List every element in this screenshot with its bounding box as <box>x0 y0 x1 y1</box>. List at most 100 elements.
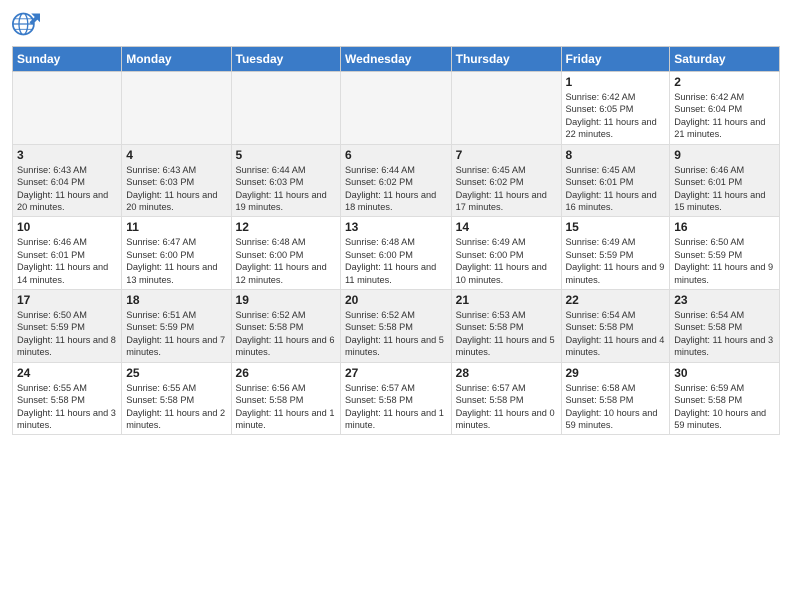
calendar-cell: 30Sunrise: 6:59 AM Sunset: 5:58 PM Dayli… <box>670 362 780 435</box>
calendar-cell: 21 Sunrise: 6:53 AM Sunset: 5:58 PM Dayli… <box>451 290 561 363</box>
calendar-cell: 29 Sunrise: 6:58 AM Sunset: 5:58 PM Dayli… <box>561 362 670 435</box>
day-info: Sunrise: 6:42 AM Sunset: 6:05 PM Dayligh… <box>566 91 666 141</box>
calendar-week-row: 24 Sunrise: 6:55 AM Sunset: 5:58 PM Dayli… <box>13 362 780 435</box>
day-number: 5 <box>236 148 336 162</box>
day-number: 16 <box>674 220 775 234</box>
calendar-cell: 11 Sunrise: 6:47 AM Sunset: 6:00 PM Dayli… <box>122 217 231 290</box>
day-info: Sunrise: 6:45 AM Sunset: 6:01 PM Dayligh… <box>566 164 666 214</box>
day-info: Sunrise: 6:49 AM Sunset: 6:00 PM Dayligh… <box>456 236 557 286</box>
calendar-week-row: 10 Sunrise: 6:46 AM Sunset: 6:01 PM Dayli… <box>13 217 780 290</box>
day-number: 10 <box>17 220 117 234</box>
day-info: Sunrise: 6:44 AM Sunset: 6:02 PM Dayligh… <box>345 164 447 214</box>
day-info: Sunrise: 6:54 AM Sunset: 5:58 PM Dayligh… <box>674 309 775 359</box>
logo-icon <box>12 10 40 38</box>
day-info: Sunrise: 6:59 AM Sunset: 5:58 PM Dayligh… <box>674 382 775 432</box>
day-info: Sunrise: 6:47 AM Sunset: 6:00 PM Dayligh… <box>126 236 226 286</box>
day-info: Sunrise: 6:50 AM Sunset: 5:59 PM Dayligh… <box>17 309 117 359</box>
day-info: Sunrise: 6:42 AM Sunset: 6:04 PM Dayligh… <box>674 91 775 141</box>
calendar-cell: 25 Sunrise: 6:55 AM Sunset: 5:58 PM Dayli… <box>122 362 231 435</box>
day-number: 20 <box>345 293 447 307</box>
day-number: 18 <box>126 293 226 307</box>
day-number: 14 <box>456 220 557 234</box>
day-header-thursday: Thursday <box>451 47 561 72</box>
calendar-cell <box>231 72 340 145</box>
calendar-week-row: 17 Sunrise: 6:50 AM Sunset: 5:59 PM Dayli… <box>13 290 780 363</box>
day-number: 29 <box>566 366 666 380</box>
calendar-cell <box>122 72 231 145</box>
logo <box>12 10 44 38</box>
calendar-table: SundayMondayTuesdayWednesdayThursdayFrid… <box>12 46 780 435</box>
day-number: 12 <box>236 220 336 234</box>
day-number: 8 <box>566 148 666 162</box>
day-number: 19 <box>236 293 336 307</box>
calendar-cell: 4 Sunrise: 6:43 AM Sunset: 6:03 PM Daylig… <box>122 144 231 217</box>
day-header-wednesday: Wednesday <box>341 47 452 72</box>
calendar-header-row: SundayMondayTuesdayWednesdayThursdayFrid… <box>13 47 780 72</box>
day-info: Sunrise: 6:55 AM Sunset: 5:58 PM Dayligh… <box>17 382 117 432</box>
calendar-cell: 8 Sunrise: 6:45 AM Sunset: 6:01 PM Daylig… <box>561 144 670 217</box>
day-info: Sunrise: 6:48 AM Sunset: 6:00 PM Dayligh… <box>345 236 447 286</box>
day-number: 15 <box>566 220 666 234</box>
day-number: 26 <box>236 366 336 380</box>
calendar-cell: 22Sunrise: 6:54 AM Sunset: 5:58 PM Dayli… <box>561 290 670 363</box>
calendar-week-row: 3 Sunrise: 6:43 AM Sunset: 6:04 PM Daylig… <box>13 144 780 217</box>
day-info: Sunrise: 6:49 AM Sunset: 5:59 PM Dayligh… <box>566 236 666 286</box>
day-number: 22 <box>566 293 666 307</box>
day-info: Sunrise: 6:45 AM Sunset: 6:02 PM Dayligh… <box>456 164 557 214</box>
day-info: Sunrise: 6:43 AM Sunset: 6:03 PM Dayligh… <box>126 164 226 214</box>
calendar-cell: 26 Sunrise: 6:56 AM Sunset: 5:58 PM Dayli… <box>231 362 340 435</box>
calendar-cell: 15 Sunrise: 6:49 AM Sunset: 5:59 PM Dayli… <box>561 217 670 290</box>
day-number: 1 <box>566 75 666 89</box>
day-number: 7 <box>456 148 557 162</box>
day-number: 4 <box>126 148 226 162</box>
day-header-saturday: Saturday <box>670 47 780 72</box>
day-info: Sunrise: 6:48 AM Sunset: 6:00 PM Dayligh… <box>236 236 336 286</box>
day-number: 11 <box>126 220 226 234</box>
day-number: 23 <box>674 293 775 307</box>
calendar-cell: 28Sunrise: 6:57 AM Sunset: 5:58 PM Dayli… <box>451 362 561 435</box>
day-info: Sunrise: 6:53 AM Sunset: 5:58 PM Dayligh… <box>456 309 557 359</box>
day-number: 24 <box>17 366 117 380</box>
calendar-cell: 14 Sunrise: 6:49 AM Sunset: 6:00 PM Dayli… <box>451 217 561 290</box>
header <box>12 10 780 38</box>
calendar-cell: 9 Sunrise: 6:46 AM Sunset: 6:01 PM Daylig… <box>670 144 780 217</box>
day-info: Sunrise: 6:57 AM Sunset: 5:58 PM Dayligh… <box>345 382 447 432</box>
day-info: Sunrise: 6:58 AM Sunset: 5:58 PM Dayligh… <box>566 382 666 432</box>
day-number: 25 <box>126 366 226 380</box>
day-number: 9 <box>674 148 775 162</box>
calendar-cell: 23 Sunrise: 6:54 AM Sunset: 5:58 PM Dayli… <box>670 290 780 363</box>
calendar-week-row: 1 Sunrise: 6:42 AM Sunset: 6:05 PM Daylig… <box>13 72 780 145</box>
day-header-tuesday: Tuesday <box>231 47 340 72</box>
day-header-monday: Monday <box>122 47 231 72</box>
calendar-cell: 12 Sunrise: 6:48 AM Sunset: 6:00 PM Dayli… <box>231 217 340 290</box>
calendar-cell <box>451 72 561 145</box>
calendar-cell <box>13 72 122 145</box>
calendar-cell: 19 Sunrise: 6:52 AM Sunset: 5:58 PM Dayli… <box>231 290 340 363</box>
calendar-cell: 16 Sunrise: 6:50 AM Sunset: 5:59 PM Dayli… <box>670 217 780 290</box>
day-info: Sunrise: 6:50 AM Sunset: 5:59 PM Dayligh… <box>674 236 775 286</box>
calendar-cell: 3 Sunrise: 6:43 AM Sunset: 6:04 PM Daylig… <box>13 144 122 217</box>
day-info: Sunrise: 6:55 AM Sunset: 5:58 PM Dayligh… <box>126 382 226 432</box>
calendar-cell: 27 Sunrise: 6:57 AM Sunset: 5:58 PM Dayli… <box>341 362 452 435</box>
day-info: Sunrise: 6:46 AM Sunset: 6:01 PM Dayligh… <box>17 236 117 286</box>
calendar-cell: 24 Sunrise: 6:55 AM Sunset: 5:58 PM Dayli… <box>13 362 122 435</box>
calendar-cell: 7 Sunrise: 6:45 AM Sunset: 6:02 PM Daylig… <box>451 144 561 217</box>
day-info: Sunrise: 6:46 AM Sunset: 6:01 PM Dayligh… <box>674 164 775 214</box>
calendar-page: SundayMondayTuesdayWednesdayThursdayFrid… <box>0 0 792 612</box>
day-info: Sunrise: 6:56 AM Sunset: 5:58 PM Dayligh… <box>236 382 336 432</box>
day-info: Sunrise: 6:44 AM Sunset: 6:03 PM Dayligh… <box>236 164 336 214</box>
day-header-friday: Friday <box>561 47 670 72</box>
day-info: Sunrise: 6:57 AM Sunset: 5:58 PM Dayligh… <box>456 382 557 432</box>
day-info: Sunrise: 6:52 AM Sunset: 5:58 PM Dayligh… <box>236 309 336 359</box>
day-info: Sunrise: 6:52 AM Sunset: 5:58 PM Dayligh… <box>345 309 447 359</box>
day-number: 3 <box>17 148 117 162</box>
calendar-cell: 2 Sunrise: 6:42 AM Sunset: 6:04 PM Daylig… <box>670 72 780 145</box>
day-number: 17 <box>17 293 117 307</box>
calendar-cell: 1 Sunrise: 6:42 AM Sunset: 6:05 PM Daylig… <box>561 72 670 145</box>
day-header-sunday: Sunday <box>13 47 122 72</box>
day-number: 2 <box>674 75 775 89</box>
day-info: Sunrise: 6:43 AM Sunset: 6:04 PM Dayligh… <box>17 164 117 214</box>
day-number: 27 <box>345 366 447 380</box>
day-info: Sunrise: 6:51 AM Sunset: 5:59 PM Dayligh… <box>126 309 226 359</box>
day-number: 21 <box>456 293 557 307</box>
